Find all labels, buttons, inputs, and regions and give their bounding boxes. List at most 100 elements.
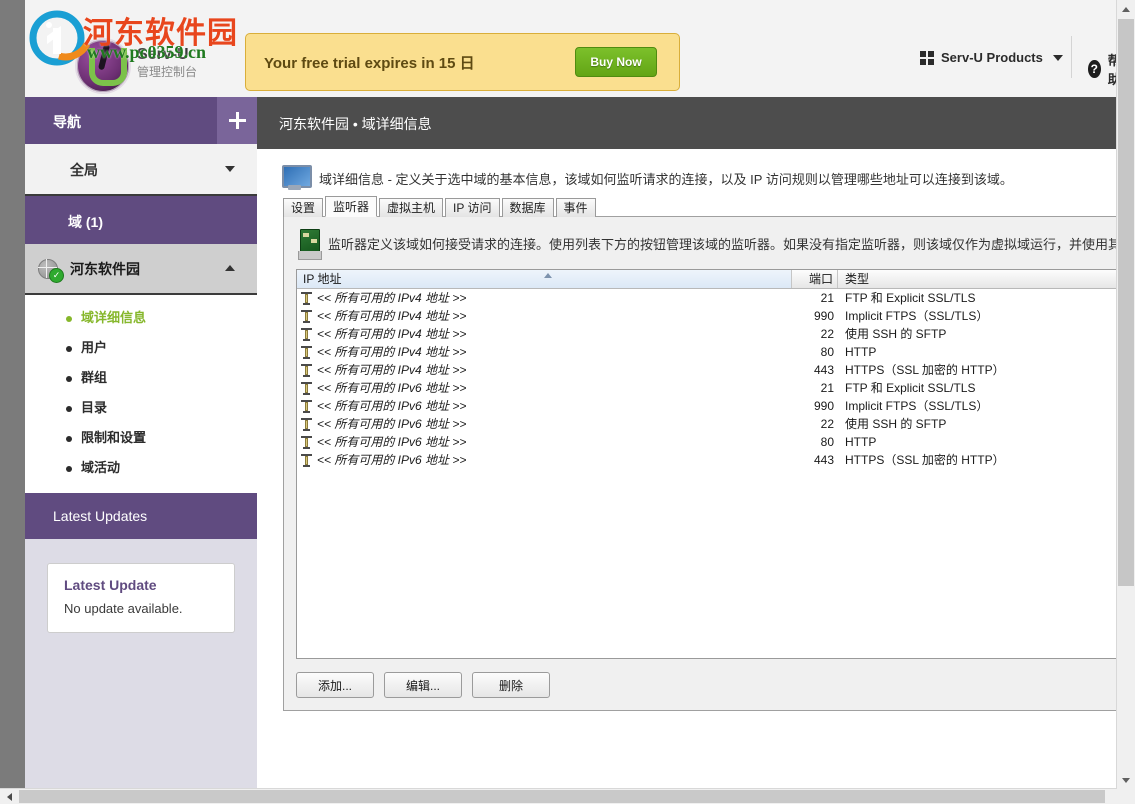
cell-type: Implicit FTPS（SSL/TLS）	[845, 309, 989, 323]
question-circle-icon: ?	[1088, 60, 1101, 78]
plus-icon[interactable]	[217, 97, 257, 144]
chevron-left-icon	[6, 792, 12, 801]
cell-type: HTTPS（SSL 加密的 HTTP）	[845, 363, 1005, 377]
cell-port: 990	[813, 399, 834, 413]
serv-u-products-menu[interactable]: Serv-U Products	[920, 50, 1063, 65]
trial-banner: Your free trial expires in 15 日 Buy Now	[245, 33, 680, 91]
table-row[interactable]: << 所有可用的 IPv4 地址 >> 22 使用 SSH 的 SFTP	[297, 325, 1117, 343]
listener-icon	[301, 453, 312, 467]
chevron-down-icon	[1122, 777, 1130, 783]
table-row[interactable]: << 所有可用的 IPv6 地址 >> 990 Implicit FTPS（SSL/…	[297, 397, 1117, 415]
brand-subtitle: 管理控制台	[137, 65, 198, 79]
latest-updates-label: Latest Updates	[53, 508, 148, 524]
table-row[interactable]: << 所有可用的 IPv4 地址 >> 990 Implicit FTPS（SSL/…	[297, 307, 1117, 325]
sidebar: 导航 全局 域 (1) ✓ 河东软件园 域详细信息 用户 群组 目录 限制和设置…	[25, 97, 258, 789]
cell-ip-address: << 所有可用的 IPv6 地址 >>	[297, 397, 792, 415]
tab-settings[interactable]: 设置	[283, 198, 324, 217]
listener-icon	[301, 291, 312, 305]
sidebar-item-domain-activity[interactable]: 域活动	[25, 453, 257, 483]
cell-ip-address: << 所有可用的 IPv6 地址 >>	[297, 379, 792, 397]
delete-button[interactable]: 删除	[472, 672, 550, 698]
table-body: << 所有可用的 IPv4 地址 >> 21 FTP 和 Explicit SSL/…	[297, 289, 1117, 469]
sidebar-section-domains[interactable]: 域 (1)	[25, 196, 257, 244]
tab-database[interactable]: 数据库	[501, 198, 554, 217]
cell-port: 22	[820, 417, 834, 431]
sidebar-item-label: 域详细信息	[81, 310, 147, 325]
app-header: Serv-U 管理控制台 河东软件园 www.pc0359.cn Your fr…	[25, 0, 1117, 98]
listener-icon	[301, 435, 312, 449]
tab-listeners[interactable]: 监听器	[325, 196, 378, 217]
latest-update-title: Latest Update	[64, 577, 157, 593]
cell-port: 443	[813, 453, 834, 467]
breadcrumb-bar: 河东软件园 • 域详细信息	[257, 97, 1117, 149]
scroll-left-button[interactable]	[0, 789, 18, 804]
buy-now-button[interactable]: Buy Now	[575, 47, 657, 77]
edit-button[interactable]: 编辑...	[384, 672, 462, 698]
sidebar-item-groups[interactable]: 群组	[25, 363, 257, 393]
cell-ip-address-text: << 所有可用的 IPv4 地址 >>	[317, 327, 467, 341]
help-button[interactable]: ? 帮助	[1088, 50, 1117, 88]
cell-ip-address-text: << 所有可用的 IPv4 地址 >>	[317, 309, 467, 323]
sidebar-nav-header: 导航	[25, 97, 257, 144]
scrollbar-corner	[1117, 789, 1135, 804]
table-row[interactable]: << 所有可用的 IPv6 地址 >> 80 HTTP	[297, 433, 1117, 451]
scroll-down-button[interactable]	[1117, 771, 1135, 789]
table-row[interactable]: << 所有可用的 IPv6 地址 >> 443 HTTPS（SSL 加密的 HTTP…	[297, 451, 1117, 469]
cell-port: 22	[820, 327, 834, 341]
sidebar-item-label: 用户	[81, 340, 108, 355]
tab-bar: 设置 监听器 虚拟主机 IP 访问 数据库 事件	[283, 196, 598, 217]
horizontal-scrollbar[interactable]	[0, 788, 1117, 804]
table-row[interactable]: << 所有可用的 IPv6 地址 >> 22 使用 SSH 的 SFTP	[297, 415, 1117, 433]
listeners-table[interactable]: IP 地址 端口 类型 << 所有可用的 IPv4 地址 >> 21 FTP 和 E…	[296, 269, 1117, 659]
horizontal-scroll-thumb[interactable]	[19, 790, 1105, 803]
vertical-scrollbar[interactable]	[1116, 0, 1135, 789]
vertical-scroll-thumb[interactable]	[1118, 19, 1134, 586]
sidebar-menu: 域详细信息 用户 群组 目录 限制和设置 域活动	[25, 295, 257, 493]
grid-icon	[920, 50, 934, 65]
table-row[interactable]: << 所有可用的 IPv4 地址 >> 80 HTTP	[297, 343, 1117, 361]
sidebar-section-global[interactable]: 全局	[25, 144, 257, 196]
chevron-up-icon	[1122, 6, 1130, 12]
listener-note-text: 监听器定义该域如何接受请求的连接。使用列表下方的按钮管理该域的监听器。如果没有指…	[328, 237, 1117, 252]
bullet-icon	[66, 346, 72, 352]
left-gutter	[0, 0, 25, 789]
page-description: 域详细信息 - 定义关于选中域的基本信息，该域如何监听请求的连接，以及 IP 访…	[319, 172, 1013, 187]
table-row[interactable]: << 所有可用的 IPv6 地址 >> 21 FTP 和 Explicit SSL/…	[297, 379, 1117, 397]
table-row[interactable]: << 所有可用的 IPv4 地址 >> 21 FTP 和 Explicit SSL/…	[297, 289, 1117, 307]
trial-message: Your free trial expires in 15 日	[264, 55, 475, 72]
cell-ip-address-text: << 所有可用的 IPv6 地址 >>	[317, 381, 467, 395]
column-header-port[interactable]: 端口	[792, 270, 838, 288]
cell-ip-address: << 所有可用的 IPv6 地址 >>	[297, 415, 792, 433]
sidebar-item-label: 目录	[81, 400, 108, 415]
sidebar-item-users[interactable]: 用户	[25, 333, 257, 363]
tab-ip-access[interactable]: IP 访问	[445, 198, 500, 217]
listener-icon	[301, 381, 312, 395]
current-domain-label: 河东软件园	[70, 261, 140, 277]
sidebar-item-label: 限制和设置	[81, 430, 147, 445]
cell-ip-address: << 所有可用的 IPv4 地址 >>	[297, 361, 792, 379]
scroll-up-button[interactable]	[1117, 0, 1135, 18]
sidebar-item-limits-settings[interactable]: 限制和设置	[25, 423, 257, 453]
check-badge-icon: ✓	[49, 268, 64, 283]
sidebar-item-label: 域活动	[81, 460, 121, 475]
sidebar-item-directories[interactable]: 目录	[25, 393, 257, 423]
column-header-type[interactable]: 类型	[838, 270, 1117, 288]
browser-viewport: Serv-U 管理控制台 河东软件园 www.pc0359.cn Your fr…	[0, 0, 1117, 789]
cell-port: 80	[820, 345, 834, 359]
tab-events[interactable]: 事件	[555, 198, 596, 217]
sidebar-item-label: 群组	[81, 370, 108, 385]
brand-block: Serv-U 管理控制台	[47, 14, 257, 94]
brand-name: Serv-U	[137, 46, 189, 63]
table-row[interactable]: << 所有可用的 IPv4 地址 >> 443 HTTPS（SSL 加密的 HTTP…	[297, 361, 1117, 379]
add-button[interactable]: 添加...	[296, 672, 374, 698]
table-action-buttons: 添加... 编辑... 删除	[296, 672, 550, 698]
cell-type: HTTPS（SSL 加密的 HTTP）	[845, 453, 1005, 467]
sort-ascending-icon	[544, 273, 552, 278]
cell-type: HTTP	[845, 345, 877, 359]
listener-icon	[301, 327, 312, 341]
tab-virtual-hosts[interactable]: 虚拟主机	[379, 198, 444, 217]
cell-ip-address-text: << 所有可用的 IPv6 地址 >>	[317, 399, 467, 413]
sidebar-item-domain-details[interactable]: 域详细信息	[25, 303, 257, 333]
sidebar-current-domain[interactable]: ✓ 河东软件园	[25, 244, 257, 295]
cell-type: HTTP	[845, 435, 877, 449]
